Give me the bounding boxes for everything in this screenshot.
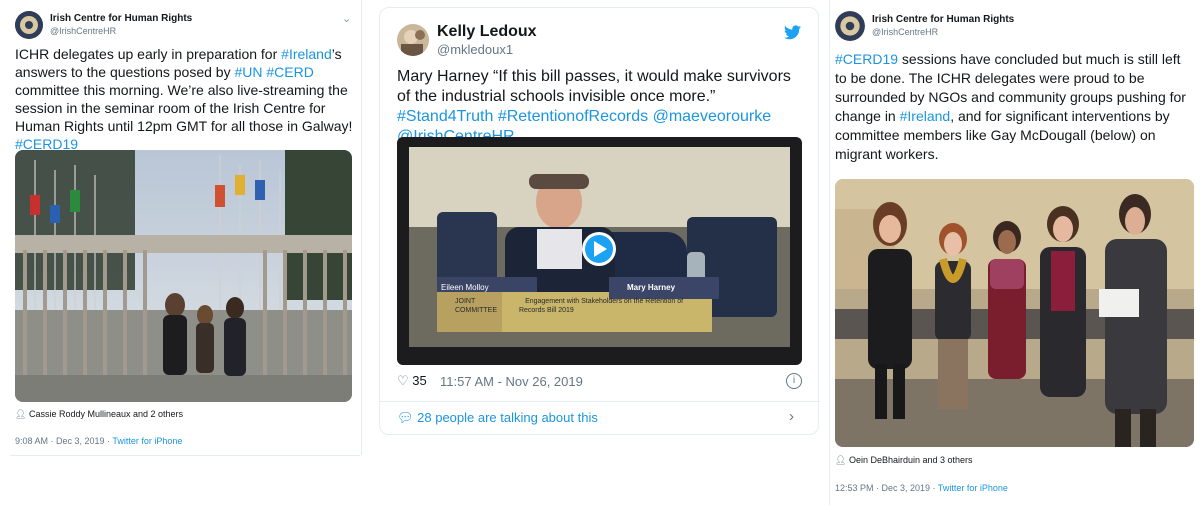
source-link[interactable]: Twitter for iPhone bbox=[938, 483, 1008, 493]
timestamp[interactable]: 12:53 PM · Dec 3, 2019 · Twitter for iPh… bbox=[835, 483, 1008, 493]
timestamp[interactable]: 11:57 AM - Nov 26, 2019 bbox=[440, 374, 583, 389]
divider bbox=[829, 0, 830, 505]
avatar[interactable] bbox=[397, 24, 429, 56]
conversation-link[interactable]: 💬︎ 28 people are talking about this bbox=[397, 410, 598, 426]
hashtag-link[interactable]: #Ireland bbox=[281, 46, 332, 62]
tweet-text-segment: Mary Harney “If this bill passes, it wou… bbox=[397, 68, 791, 105]
hashtag-link[interactable]: #UN bbox=[234, 64, 262, 80]
account-name[interactable]: Kelly Ledoux bbox=[437, 23, 537, 41]
avatar[interactable] bbox=[15, 11, 43, 39]
play-icon[interactable] bbox=[582, 232, 616, 266]
video-caption: JOINT Engagement with Stakeholders on th… bbox=[455, 298, 684, 314]
tweet-photo[interactable] bbox=[835, 179, 1194, 447]
account-handle[interactable]: @IrishCentreHR bbox=[50, 26, 116, 36]
tweet-text-segment: committee this morning. We’re also live-… bbox=[15, 82, 353, 134]
hashtag-link[interactable]: #CERD bbox=[266, 64, 313, 80]
person-icon: 👤︎ bbox=[835, 455, 847, 465]
tagged-people[interactable]: 👤︎ Oein DeBhairduin and 3 others bbox=[835, 455, 973, 466]
hashtag-link[interactable]: #RetentionofRecords bbox=[498, 108, 648, 125]
tagged-people[interactable]: 👤︎ Cassie Roddy Mullineaux and 2 others bbox=[15, 409, 183, 420]
tweet-card-1: Irish Centre for Human Rights @IrishCent… bbox=[0, 0, 362, 505]
divider bbox=[380, 401, 820, 402]
account-handle[interactable]: @mkledoux1 bbox=[437, 42, 513, 57]
person-icon: 👤︎ bbox=[15, 409, 27, 419]
heart-icon[interactable]: ♡ bbox=[397, 373, 409, 388]
video-player[interactable]: Eileen Molloy Mary Harney JOINT Engageme… bbox=[397, 137, 802, 365]
timestamp[interactable]: 9:08 AM · Dec 3, 2019 · Twitter for iPho… bbox=[15, 436, 182, 446]
tweet-text: #CERD19 sessions have concluded but much… bbox=[835, 50, 1195, 164]
hashtag-link[interactable]: @maeveorourke bbox=[653, 108, 772, 125]
comment-icon: 💬︎ bbox=[397, 410, 414, 425]
video-label-name: Mary Harney bbox=[627, 283, 676, 292]
divider bbox=[361, 0, 362, 455]
tweet-card-3: Irish Centre for Human Rights @IrishCent… bbox=[820, 0, 1200, 505]
tweet-text-segment: ICHR delegates up early in preparation f… bbox=[15, 46, 282, 62]
tweet-photo[interactable] bbox=[15, 150, 352, 402]
account-name[interactable]: Irish Centre for Human Rights bbox=[50, 13, 192, 24]
account-handle[interactable]: @IrishCentreHR bbox=[872, 27, 938, 37]
info-icon[interactable]: i bbox=[786, 373, 802, 389]
video-label-speaker: Eileen Molloy bbox=[441, 283, 489, 292]
tweet-card-2: Kelly Ledoux @mkledoux1 Mary Harney “If … bbox=[379, 7, 820, 435]
twitter-bird-icon[interactable] bbox=[784, 25, 801, 45]
hashtag-link[interactable]: #Ireland bbox=[900, 108, 951, 124]
chevron-right-icon[interactable]: › bbox=[789, 408, 794, 425]
tweet-text: Mary Harney “If this bill passes, it wou… bbox=[397, 67, 807, 147]
chevron-down-icon[interactable]: ⌄ bbox=[342, 12, 351, 25]
like-button[interactable]: ♡ 35 bbox=[397, 373, 427, 389]
tweet-text: ICHR delegates up early in preparation f… bbox=[15, 45, 355, 153]
hashtag-link[interactable]: #CERD19 bbox=[835, 51, 898, 67]
divider bbox=[10, 455, 360, 456]
hashtag-link[interactable]: #Stand4Truth bbox=[397, 108, 493, 125]
avatar[interactable] bbox=[835, 11, 865, 41]
source-link[interactable]: Twitter for iPhone bbox=[112, 436, 182, 446]
account-name[interactable]: Irish Centre for Human Rights bbox=[872, 14, 1014, 25]
